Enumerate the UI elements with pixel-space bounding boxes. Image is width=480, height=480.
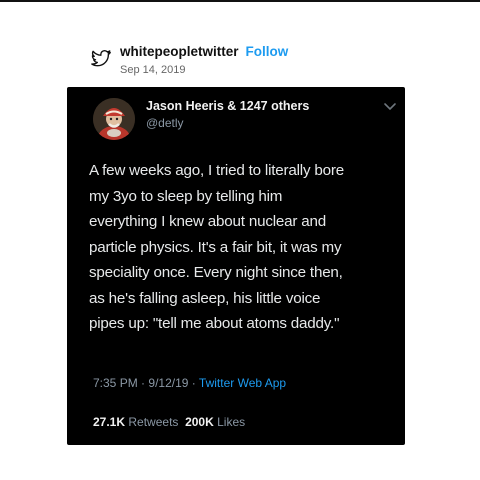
repost-account-name[interactable]: whitepeopletwitter [120, 44, 239, 59]
likes-stat[interactable]: 200K Likes [185, 415, 245, 429]
repost-header: whitepeopletwitter Follow Sep 14, 2019 [90, 44, 390, 78]
wizard-avatar-icon [93, 98, 135, 140]
tweet-timestamp-line: 7:35 PM · 9/12/19 · Twitter Web App [93, 376, 286, 390]
retweet-label: Retweets [128, 415, 179, 429]
tweet-time[interactable]: 7:35 PM [93, 376, 138, 390]
tweet-text-line: A few weeks ago, I tried to literally bo… [89, 162, 344, 179]
top-divider [0, 0, 480, 2]
tweet-text-line: particle physics. It's a fair bit, it wa… [89, 238, 342, 256]
meta-separator: · [191, 376, 196, 390]
like-count: 200K [185, 415, 214, 429]
repost-date: Sep 14, 2019 [120, 64, 186, 76]
tweet-text: A few weeks ago, I tried to literally bo… [89, 158, 399, 337]
tweet-source-link[interactable]: Twitter Web App [199, 376, 286, 390]
tweet-text-line: pipes up: "tell me about atoms daddy." [89, 315, 340, 332]
like-label: Likes [217, 415, 246, 429]
user-handle[interactable]: @detly [146, 116, 184, 130]
retweet-count: 27.1K [93, 415, 126, 429]
display-name[interactable]: Jason Heeris & 1247 others [146, 99, 309, 113]
tweet-text-line: everything I knew about nuclear and [89, 213, 327, 230]
tweet-date[interactable]: 9/12/19 [148, 376, 188, 390]
tweet-card: Jason Heeris & 1247 others @detly A few … [67, 87, 405, 445]
tweet-text-line: as he's falling asleep, his little voice [89, 289, 321, 307]
meta-separator: · [141, 376, 146, 390]
avatar[interactable] [93, 98, 135, 140]
tweet-text-line: speciality once. Every night since then, [89, 264, 343, 281]
retweets-stat[interactable]: 27.1K Retweets [93, 415, 178, 429]
chevron-down-icon[interactable] [383, 101, 397, 111]
tweet-text-line: my 3yo to sleep by telling him [89, 187, 283, 205]
follow-button[interactable]: Follow [246, 44, 289, 59]
twitter-bird-outline-icon [91, 49, 111, 67]
tweet-metrics: 27.1K Retweets 200K Likes [93, 415, 245, 429]
